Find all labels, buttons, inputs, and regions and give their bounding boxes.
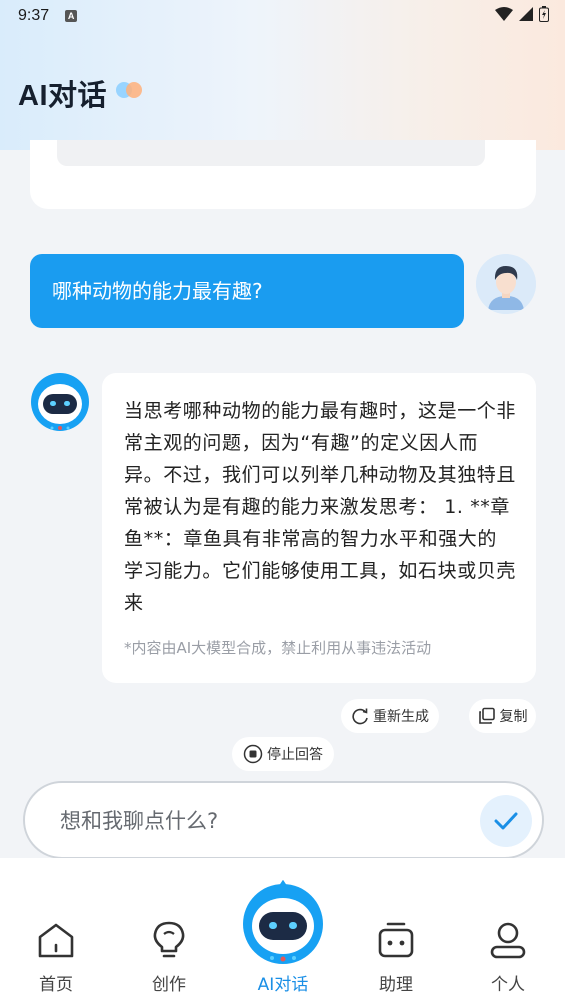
bot-avatar [30,372,90,434]
bottom-navigation: 首页 创作 AI对话 助理 个人 [0,858,565,1004]
bot-message-card: 当思考哪种动物的能力最有趣时，这是一个非常主观的问题，因为“有趣”的定义因人而异… [102,373,536,683]
stop-icon [243,744,263,764]
copy-label: 复制 [499,709,528,725]
page-title: AI对话 [18,80,108,112]
regenerate-button[interactable]: 重新生成 [341,699,439,733]
user-avatar [476,254,536,314]
nav-label-assistant: 助理 [379,975,413,995]
user-avatar-icon [476,254,536,314]
user-message-bubble: 哪种动物的能力最有趣? [30,254,464,328]
notification-badge: A [65,10,78,22]
battery-icon [539,6,549,22]
wifi-icon [495,7,513,21]
previous-message-card [30,140,536,209]
stop-answer-label: 停止回答 [267,747,323,763]
copy-button[interactable]: 复制 [469,699,536,733]
ai-disclaimer: *内容由AI大模型合成，禁止利用从事违法活动 [124,639,432,657]
stop-answer-button[interactable]: 停止回答 [232,737,334,771]
title-decoration-icon [116,82,142,98]
robot-icon [31,373,89,431]
assistant-icon [378,922,414,958]
status-time: 9:37 [18,7,50,24]
nav-label-home: 首页 [39,975,73,995]
chat-input[interactable]: 想和我聊点什么? [23,781,544,859]
copy-icon [478,707,495,724]
status-bar: 9:37 A [0,0,565,32]
refresh-icon [352,708,368,725]
home-icon [38,923,74,958]
lightbulb-icon [153,921,185,958]
bot-message-text: 当思考哪种动物的能力最有趣时，这是一个非常主观的问题，因为“有趣”的定义因人而异… [124,400,517,614]
robot-icon [243,880,323,964]
nav-label-profile: 个人 [491,975,525,995]
nav-label-create: 创作 [152,975,186,995]
person-icon [490,922,526,959]
checkmark-icon [494,812,518,830]
previous-message-inner [57,140,485,166]
nav-label-ai-chat: AI对话 [257,975,309,995]
chat-input-placeholder: 想和我聊点什么? [60,809,219,833]
regenerate-label: 重新生成 [373,709,429,725]
signal-icon [519,7,533,21]
send-button[interactable] [480,795,532,847]
status-icons [495,6,549,22]
